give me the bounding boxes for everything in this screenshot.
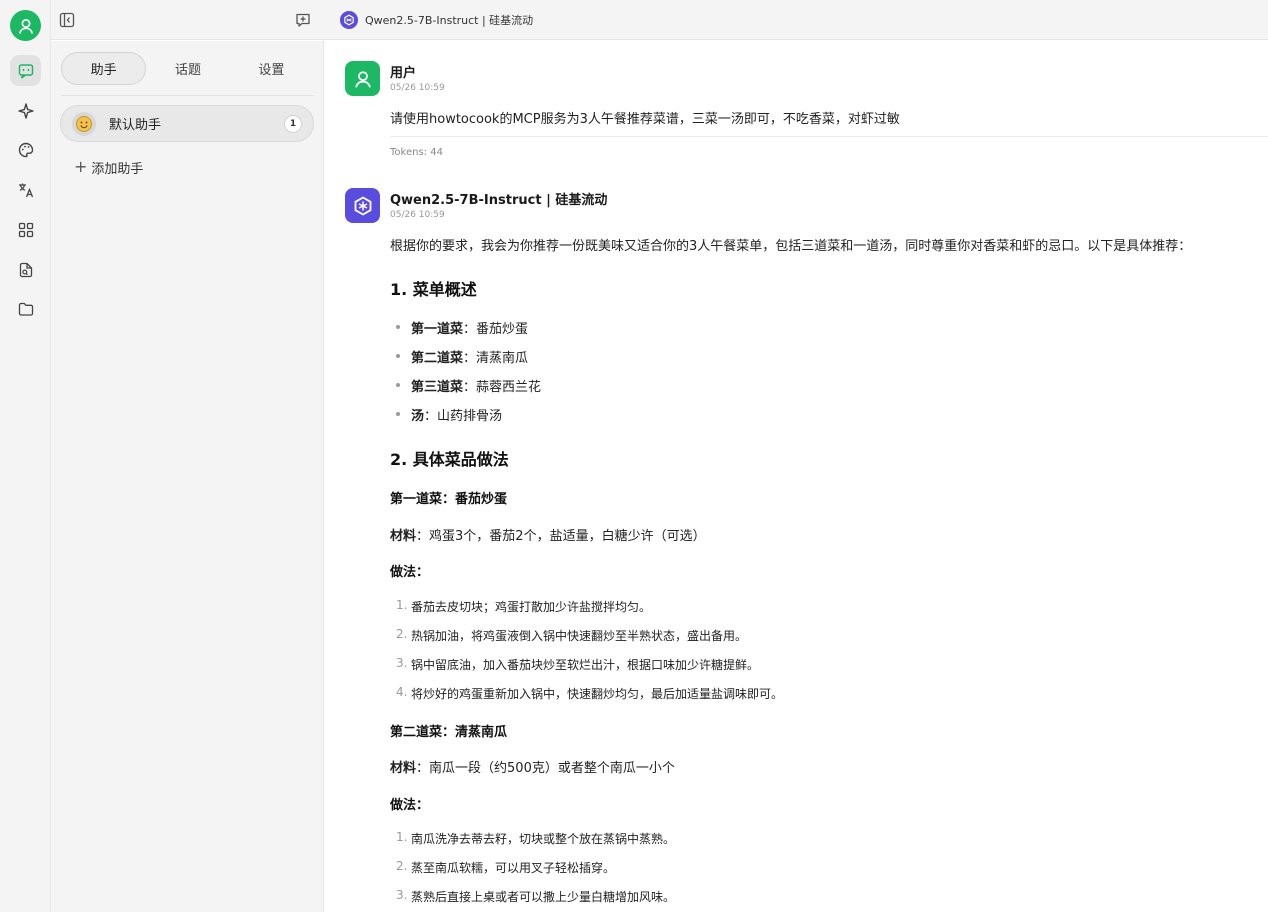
apps-nav-button[interactable] <box>10 214 41 245</box>
list-item: 蒸至南瓜软糯，可以用叉子轻松插穿。 <box>411 861 616 875</box>
agents-nav-button[interactable] <box>10 95 41 126</box>
translate-nav-button[interactable] <box>10 174 41 205</box>
step-number: 3. <box>396 656 408 670</box>
list-item: 第二道菜：清蒸南瓜 <box>411 351 529 366</box>
icon-rail <box>0 0 51 912</box>
knowledge-nav-button[interactable] <box>10 254 41 285</box>
token-count: Tokens: 44 <box>390 147 443 158</box>
assistant-intro: 根据你的要求，我会为你推荐一份既美味又适合你的3人午餐菜单，包括三道菜和一道汤，… <box>390 239 1192 254</box>
list-item: 蒸熟后直接上桌或者可以撒上少量白糖增加风味。 <box>411 890 676 904</box>
method-label: 做法： <box>390 798 430 813</box>
top-bar: Qwen2.5-7B-Instruct | 硅基流动 <box>51 0 1268 40</box>
list-bullet <box>396 412 400 416</box>
step-number: 4. <box>396 685 408 699</box>
list-item: 锅中留底油，加入番茄块炒至软烂出汁，根据口味加少许糖提鲜。 <box>411 658 760 672</box>
add-assistant-button[interactable]: + 添加助手 <box>74 158 143 177</box>
tab-assistants[interactable]: 助手 <box>61 51 147 85</box>
dish-title: 第二道菜：清蒸南瓜 <box>390 725 508 740</box>
sparkle-icon <box>17 102 34 119</box>
step-number: 2. <box>396 859 408 873</box>
assistant-message-name: Qwen2.5-7B-Instruct | 硅基流动 <box>390 193 608 208</box>
user-message-time: 05/26 10:59 <box>390 83 445 93</box>
assistant-message-time: 05/26 10:59 <box>390 210 445 220</box>
files-nav-button[interactable] <box>10 293 41 324</box>
model-selector[interactable]: Qwen2.5-7B-Instruct | 硅基流动 <box>340 10 533 30</box>
tabs-divider <box>61 95 314 96</box>
list-item: 第三道菜：蒜蓉西兰花 <box>411 380 542 395</box>
smiley-icon <box>72 111 96 136</box>
assistant-sidebar: 助手 话题 设置 默认助手 1 + 添加助手 <box>51 41 324 912</box>
user-icon <box>18 18 33 34</box>
folder-icon <box>18 302 33 316</box>
sidebar-toggle-button[interactable] <box>57 10 77 30</box>
list-item: 第一道菜：番茄炒蛋 <box>411 322 529 337</box>
model-title: Qwen2.5-7B-Instruct | 硅基流动 <box>365 14 534 27</box>
assistant-item-default[interactable]: 默认助手 1 <box>60 105 314 142</box>
assistant-name: 默认助手 <box>109 118 162 133</box>
new-topic-button[interactable] <box>293 10 313 30</box>
user-message-text: 请使用howtocook的MCP服务为3人午餐推荐菜谱，三菜一汤即可，不吃香菜，… <box>390 112 900 127</box>
dish-materials: 材料：南瓜一段（约500克）或者整个南瓜一小个 <box>390 761 675 776</box>
add-assistant-label: 添加助手 <box>91 162 144 177</box>
topic-count-badge: 1 <box>284 115 302 133</box>
palette-icon <box>18 142 33 157</box>
step-number: 3. <box>396 888 408 902</box>
chat-area: 用户 05/26 10:59 请使用howtocook的MCP服务为3人午餐推荐… <box>325 41 1268 912</box>
tab-topics[interactable]: 话题 <box>146 52 229 85</box>
file-search-icon <box>19 262 32 277</box>
chat-icon <box>18 63 33 79</box>
list-item: 将炒好的鸡蛋重新加入锅中，快速翻炒均匀，最后加适量盐调味即可。 <box>411 687 784 701</box>
dish-title: 第一道菜：番茄炒蛋 <box>390 492 508 507</box>
list-bullet <box>396 354 400 358</box>
step-number: 1. <box>396 598 408 612</box>
section-heading: 2. 具体菜品做法 <box>390 450 509 469</box>
list-item: 汤：山药排骨汤 <box>411 409 503 424</box>
user-icon <box>354 70 371 88</box>
assistant-message-avatar <box>345 188 380 223</box>
step-number: 1. <box>396 830 408 844</box>
model-logo-icon <box>340 11 358 29</box>
method-label: 做法： <box>390 565 430 580</box>
new-chat-icon <box>296 13 310 27</box>
sidebar-collapse-icon <box>59 12 75 28</box>
list-bullet <box>396 325 400 329</box>
model-logo-icon <box>354 195 371 216</box>
sidebar-tabs: 助手 话题 设置 <box>61 51 313 85</box>
tab-settings[interactable]: 设置 <box>230 52 313 85</box>
user-message-name: 用户 <box>390 66 417 81</box>
paintings-nav-button[interactable] <box>10 134 41 165</box>
chat-nav-button[interactable] <box>10 55 41 86</box>
user-avatar[interactable] <box>10 10 41 41</box>
message-divider <box>390 136 1268 137</box>
list-item: 南瓜洗净去蒂去籽，切块或整个放在蒸锅中蒸熟。 <box>411 832 676 846</box>
list-item: 番茄去皮切块；鸡蛋打散加少许盐搅拌均匀。 <box>411 600 652 614</box>
plus-icon: + <box>74 156 88 176</box>
list-bullet <box>396 383 400 387</box>
apps-grid-icon <box>18 222 33 237</box>
dish-materials: 材料：鸡蛋3个，番茄2个，盐适量，白糖少许（可选） <box>390 529 706 544</box>
user-message-avatar <box>345 61 380 96</box>
translate-icon <box>18 183 33 197</box>
section-heading: 1. 菜单概述 <box>390 280 477 299</box>
step-number: 2. <box>396 627 408 641</box>
list-item: 热锅加油，将鸡蛋液倒入锅中快速翻炒至半熟状态，盛出备用。 <box>411 629 748 643</box>
